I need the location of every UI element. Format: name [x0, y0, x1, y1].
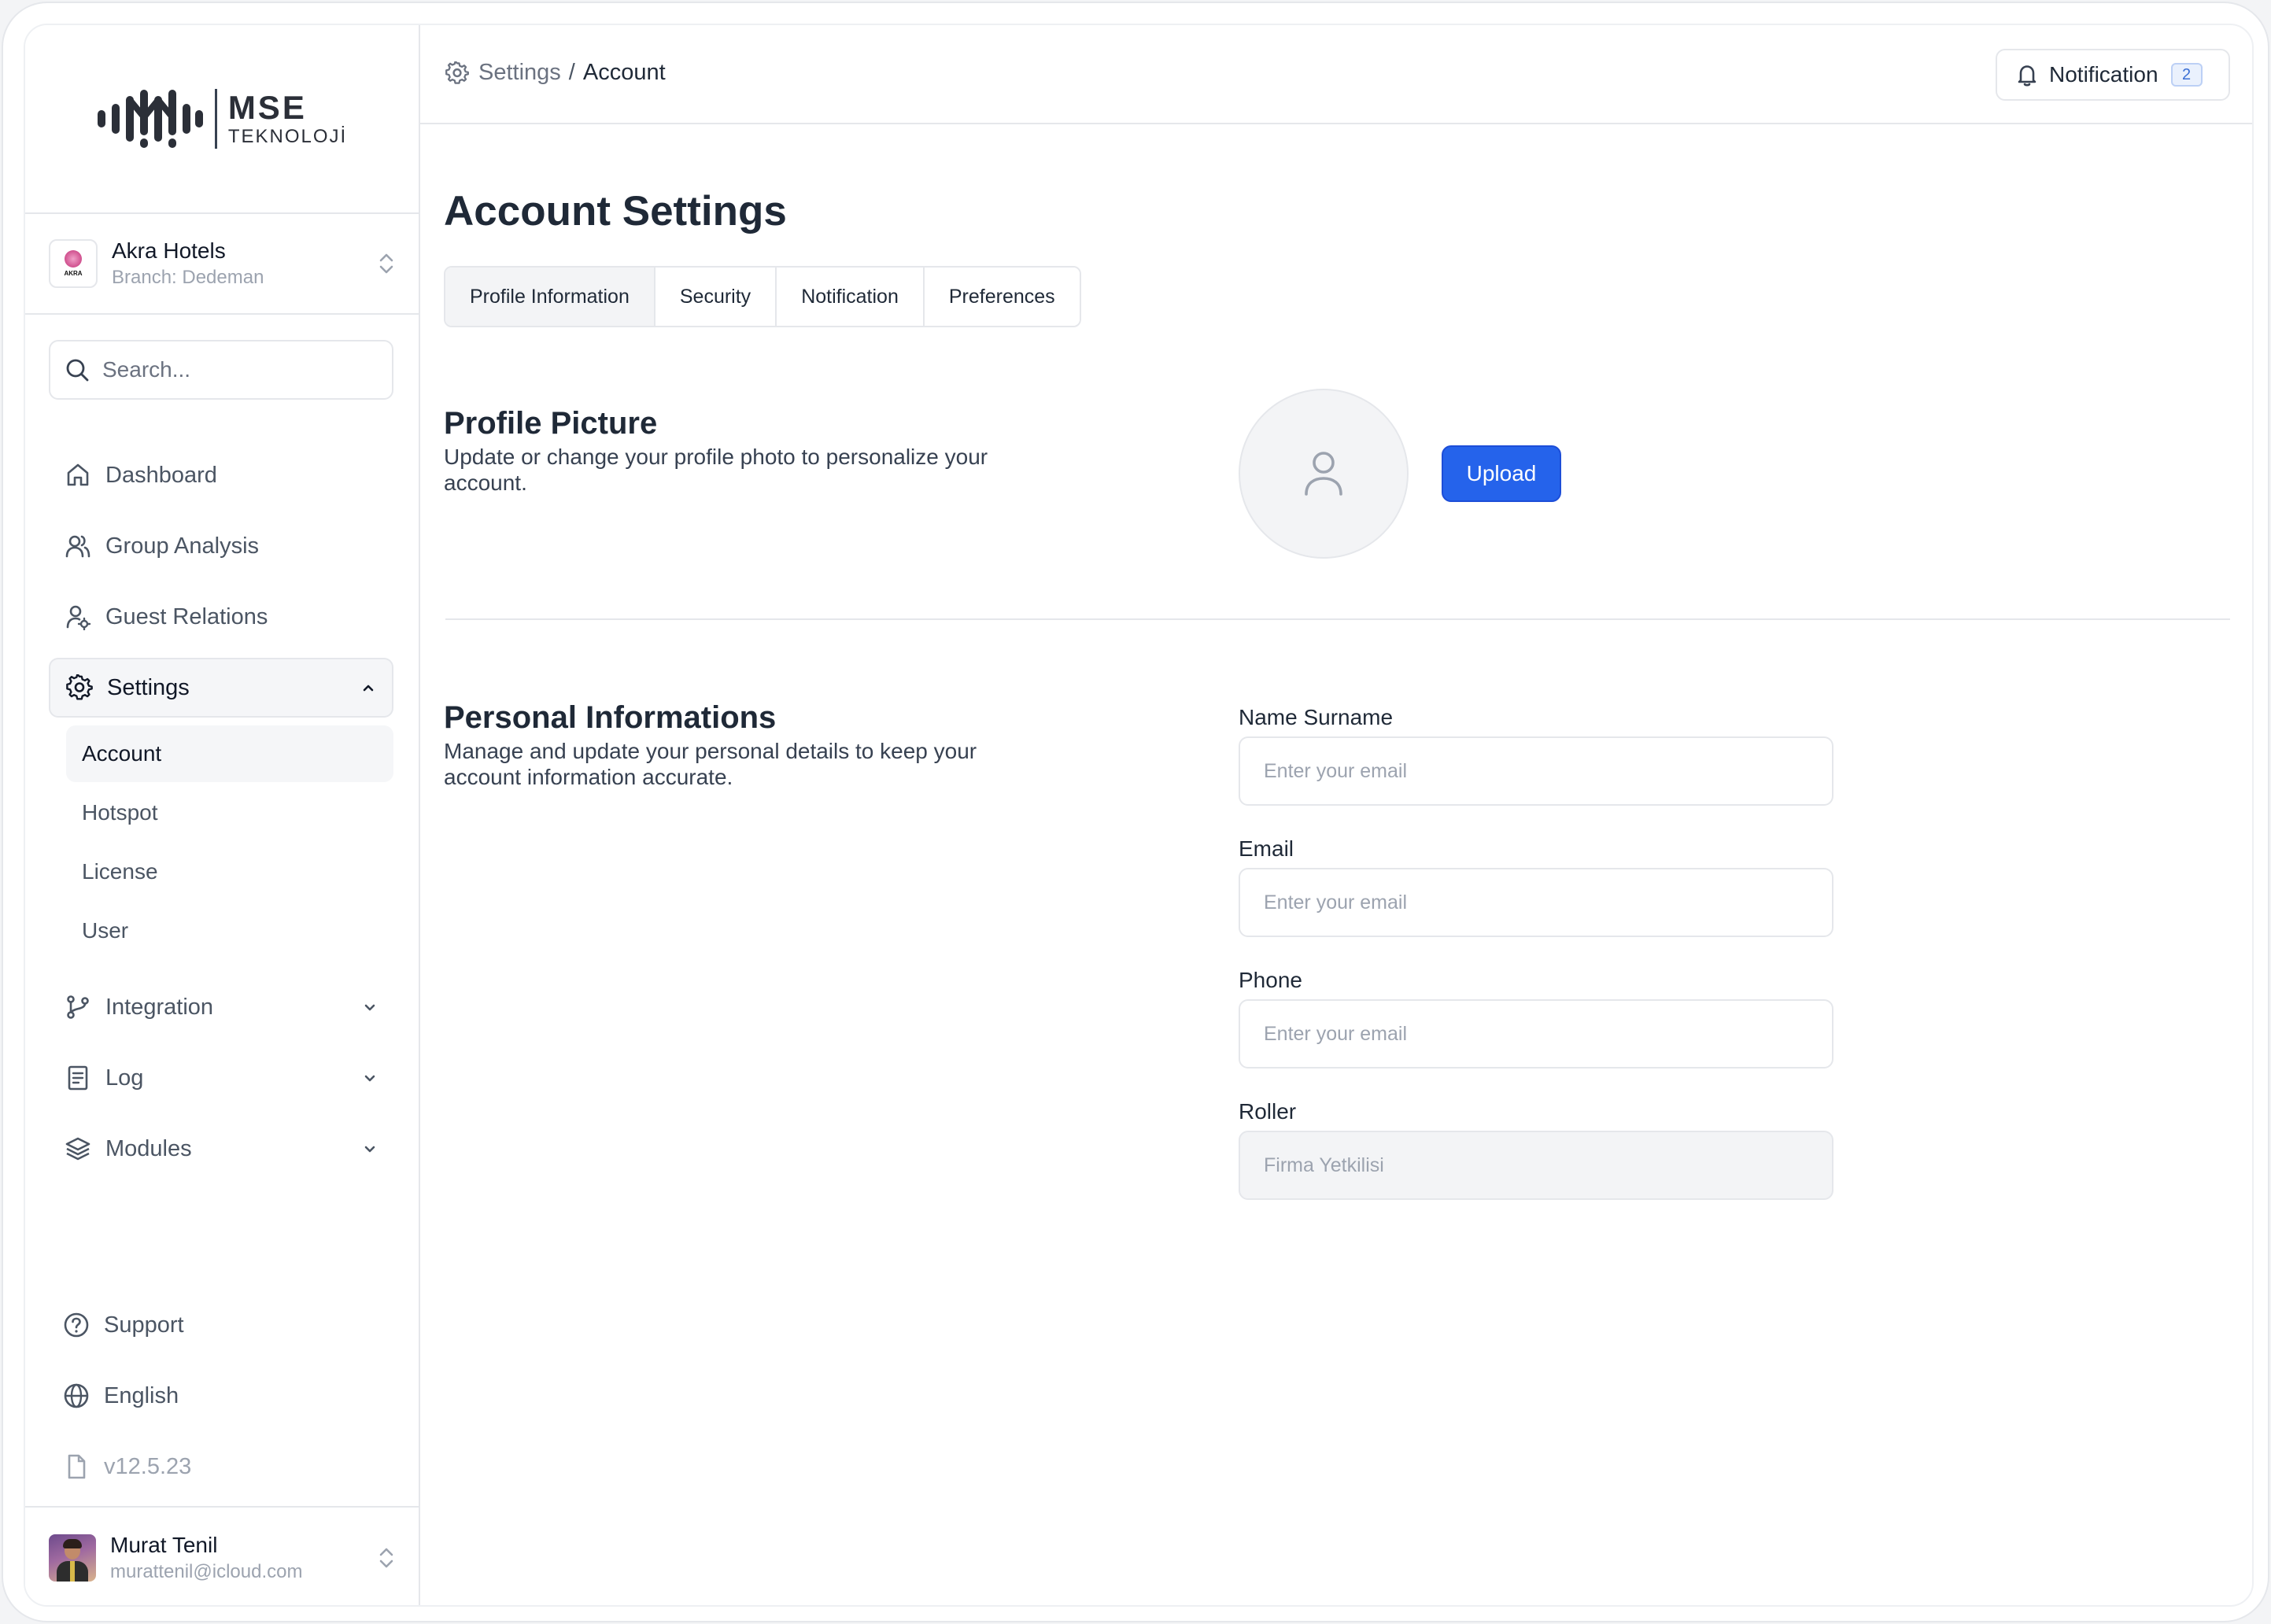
notification-button[interactable]: Notification 2: [1996, 49, 2230, 101]
chevron-down-icon: [364, 1004, 375, 1011]
version-label: v12.5.23: [104, 1453, 192, 1479]
notification-label: Notification: [2049, 62, 2158, 87]
sidebar-item-label: Log: [105, 1065, 144, 1091]
sidebar-item-label: Integration: [105, 994, 214, 1020]
personal-info-title: Personal Informations: [444, 700, 777, 735]
profile-picture-description: Update or change your profile photo to p…: [444, 445, 988, 495]
name-surname-label: Name Surname: [1239, 705, 1394, 729]
sidebar-item-label: Modules: [105, 1135, 192, 1161]
device-frame: MSE TEKNOLOJİ AKRA Akra Hotels Branch: D…: [2, 2, 2269, 1622]
file-icon: [68, 1454, 86, 1479]
sidebar-subitem-license[interactable]: License: [66, 843, 393, 900]
settings-tabs: Profile Information Security Notificatio…: [444, 266, 1081, 327]
organization-name: Akra Hotels: [112, 238, 226, 263]
sidebar-item-label: Settings: [107, 674, 190, 700]
role-field: [1239, 1131, 1833, 1200]
breadcrumb-separator: /: [568, 60, 575, 85]
gear-icon: [66, 674, 93, 700]
avatar: [49, 1534, 96, 1582]
phone-label: Phone: [1239, 968, 1302, 992]
organization-branch: Branch: Dedeman: [112, 267, 264, 288]
brand-mark-icon: [97, 90, 203, 148]
git-branch-icon: [67, 995, 89, 1019]
sidebar: MSE TEKNOLOJİ AKRA Akra Hotels Branch: D…: [25, 25, 420, 1605]
top-bar: Settings / Account Notification 2: [420, 25, 2252, 124]
user-email: murattenil@icloud.com: [110, 1561, 303, 1582]
help-circle-icon: [64, 1312, 89, 1338]
sidebar-item-group-analysis[interactable]: Group Analysis: [49, 516, 393, 576]
sidebar-item-settings[interactable]: Settings: [49, 658, 393, 718]
tab-preferences[interactable]: Preferences: [924, 268, 1080, 326]
sidebar-subitem-label: User: [82, 918, 129, 943]
app-version: v12.5.23: [49, 1441, 393, 1492]
user-name: Murat Tenil: [110, 1533, 218, 1557]
language-selector[interactable]: English: [49, 1371, 393, 1421]
sidebar-item-dashboard[interactable]: Dashboard: [49, 445, 393, 505]
chevron-up-down-icon: [379, 1548, 393, 1568]
breadcrumb: Settings / Account: [445, 60, 666, 86]
language-label: English: [104, 1382, 179, 1408]
breadcrumb-current: Account: [582, 60, 666, 85]
name-surname-field[interactable]: [1239, 736, 1833, 806]
sidebar-subitem-label: License: [82, 859, 158, 884]
chevron-up-icon: [363, 685, 374, 692]
brand-name: MSE: [227, 89, 307, 126]
sidebar-item-guest-relations[interactable]: Guest Relations: [49, 587, 393, 647]
organization-switcher[interactable]: AKRA Akra Hotels Branch: Dedeman: [25, 214, 419, 315]
chevron-down-icon: [364, 1075, 375, 1082]
email-field[interactable]: [1239, 868, 1833, 937]
phone-field[interactable]: [1239, 999, 1833, 1069]
sidebar-subitem-label: Account: [82, 741, 162, 766]
brand-logo[interactable]: MSE TEKNOLOJİ: [25, 25, 419, 214]
chevron-up-down-icon: [379, 253, 393, 274]
brand-divider: [214, 89, 217, 149]
tab-notification[interactable]: Notification: [777, 268, 925, 326]
app-window: MSE TEKNOLOJİ AKRA Akra Hotels Branch: D…: [24, 24, 2254, 1607]
section-divider: [445, 618, 2230, 620]
sidebar-item-modules[interactable]: Modules: [49, 1119, 393, 1179]
sidebar-subitem-user[interactable]: User: [66, 902, 393, 959]
profile-picture-title: Profile Picture: [444, 406, 658, 441]
home-icon: [67, 463, 89, 486]
search-box[interactable]: [49, 340, 393, 400]
user-menu[interactable]: Murat Tenil murattenil@icloud.com: [25, 1506, 419, 1605]
sidebar-item-label: Guest Relations: [105, 603, 268, 629]
upload-button[interactable]: Upload: [1442, 445, 1561, 502]
personal-info-description: Manage and update your personal details …: [444, 739, 977, 789]
profile-photo-placeholder[interactable]: [1239, 389, 1409, 559]
support-label: Support: [104, 1312, 184, 1338]
chevron-down-icon: [364, 1146, 375, 1153]
page-title: Account Settings: [444, 188, 787, 234]
layers-icon: [65, 1137, 90, 1161]
document-icon: [68, 1065, 88, 1091]
tab-security[interactable]: Security: [655, 268, 777, 326]
search-icon: [66, 359, 89, 382]
notification-count-badge: 2: [2170, 63, 2203, 87]
brand-subtitle: TEKNOLOJİ: [227, 126, 348, 147]
sidebar-item-integration[interactable]: Integration: [49, 977, 393, 1037]
sidebar-item-label: Dashboard: [105, 462, 217, 488]
tab-profile-information[interactable]: Profile Information: [445, 268, 655, 326]
role-label: Roller: [1239, 1099, 1297, 1124]
sidebar-item-label: Group Analysis: [105, 533, 260, 559]
user-icon: [1305, 452, 1342, 496]
support-link[interactable]: Support: [49, 1300, 393, 1350]
gear-icon: [445, 61, 469, 84]
users-icon: [65, 535, 90, 558]
sidebar-item-log[interactable]: Log: [49, 1048, 393, 1108]
user-cog-icon: [66, 605, 91, 630]
search-input[interactable]: [102, 357, 370, 382]
organization-logo: AKRA: [49, 239, 98, 288]
globe-icon: [64, 1383, 89, 1408]
breadcrumb-settings-link[interactable]: Settings: [478, 60, 561, 86]
sidebar-subitem-label: Hotspot: [82, 800, 158, 825]
sidebar-subitem-hotspot[interactable]: Hotspot: [66, 784, 393, 841]
bell-icon: [2018, 65, 2037, 87]
sidebar-subitem-account[interactable]: Account: [66, 725, 393, 782]
email-label: Email: [1239, 836, 1294, 861]
